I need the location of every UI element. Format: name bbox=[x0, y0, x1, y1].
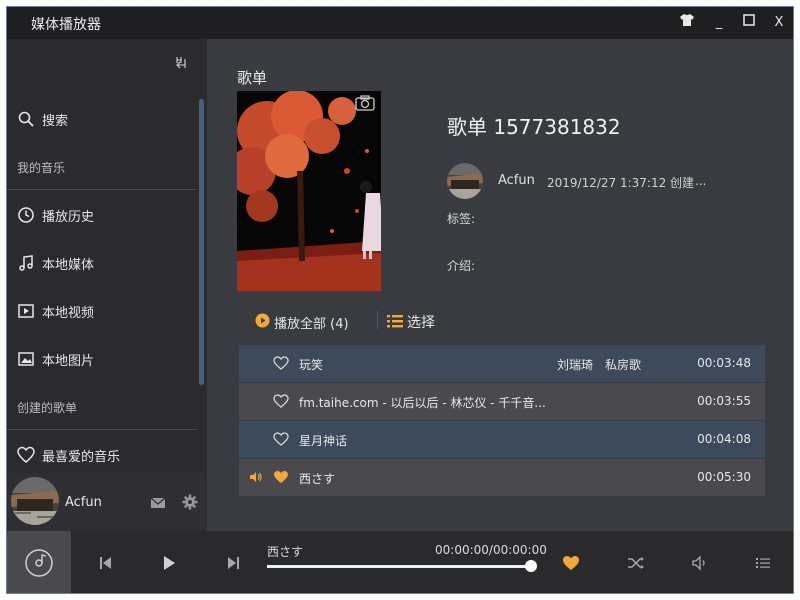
sidebar-item-local-images[interactable]: 本地图片 bbox=[7, 341, 197, 377]
table-row[interactable]: 星月神话 00:04:08 bbox=[239, 421, 765, 458]
table-row[interactable]: 玩笑 刘瑞琦 私房歌 00:03:48 bbox=[239, 345, 765, 382]
list-icon bbox=[387, 313, 403, 328]
volume-icon[interactable] bbox=[688, 551, 712, 575]
close-button[interactable]: X bbox=[769, 13, 789, 33]
media-player-window: 媒体播放器 _ X 搜索 我的音乐 播放历史 本地媒体 本地视频 本地图片 创建… bbox=[6, 6, 794, 594]
play-all-label: 播放全部 (4) bbox=[274, 317, 349, 332]
more-text[interactable]: ... bbox=[695, 174, 706, 188]
mail-icon[interactable] bbox=[150, 495, 166, 509]
sidebar-scrollbar[interactable] bbox=[199, 99, 204, 385]
minimize-button[interactable]: _ bbox=[709, 13, 729, 33]
action-divider bbox=[377, 311, 378, 329]
music-note-icon bbox=[17, 254, 35, 272]
progress-knob[interactable] bbox=[525, 560, 537, 572]
music-disc-icon bbox=[24, 548, 54, 578]
sidebar-item-label: 最喜爱的音乐 bbox=[42, 450, 121, 465]
created-date: 2019/12/27 1:37:12 创建 bbox=[547, 176, 695, 190]
heart-outline-icon[interactable] bbox=[273, 356, 289, 370]
shirt-icon[interactable] bbox=[677, 13, 697, 33]
window-title: 媒体播放器 bbox=[31, 17, 101, 33]
sidebar-item-favorites[interactable]: 最喜爱的音乐 bbox=[7, 437, 197, 473]
sidebar-item-label: 播放历史 bbox=[42, 210, 95, 225]
previous-icon[interactable] bbox=[94, 551, 118, 575]
image-icon bbox=[17, 350, 35, 368]
track-album[interactable]: 私房歌 bbox=[605, 356, 641, 373]
track-name: 玩笑 bbox=[299, 358, 324, 372]
sidebar-item-label: 本地视频 bbox=[42, 306, 95, 321]
sidebar-item-label: 本地媒体 bbox=[42, 258, 95, 273]
play-circle-icon bbox=[255, 313, 270, 328]
sidebar-item-search[interactable]: 搜索 bbox=[7, 101, 197, 137]
next-icon[interactable] bbox=[221, 551, 245, 575]
search-icon bbox=[17, 110, 35, 128]
maximize-button[interactable] bbox=[739, 13, 759, 33]
shuffle-icon[interactable] bbox=[624, 551, 648, 575]
sidebar: 搜索 我的音乐 播放历史 本地媒体 本地视频 本地图片 创建的歌单 最喜爱的音乐… bbox=[7, 39, 207, 531]
heart-filled-icon[interactable] bbox=[559, 551, 583, 575]
sidebar-item-local-media[interactable]: 本地媒体 bbox=[7, 245, 197, 281]
heart-outline-icon[interactable] bbox=[273, 394, 289, 408]
user-name[interactable]: Acfun bbox=[65, 495, 102, 510]
track-name: 星月神话 bbox=[299, 434, 348, 448]
track-artist[interactable]: 刘瑞琦 bbox=[557, 356, 593, 373]
speaker-icon bbox=[249, 471, 263, 483]
player-bar: 西さす 00:00:00/00:00:00 bbox=[7, 531, 793, 593]
user-bar: Acfun bbox=[7, 473, 207, 531]
collapse-icon[interactable] bbox=[173, 55, 189, 71]
sidebar-item-label: 本地图片 bbox=[42, 354, 95, 369]
sidebar-item-label: 搜索 bbox=[42, 114, 69, 129]
divider bbox=[7, 189, 197, 190]
track-duration: 00:03:55 bbox=[697, 394, 751, 408]
track-duration: 00:03:48 bbox=[697, 356, 751, 370]
camera-icon[interactable] bbox=[355, 95, 375, 111]
heart-outline-icon[interactable] bbox=[273, 432, 289, 446]
my-music-heading: 我的音乐 bbox=[17, 161, 66, 175]
progress-track[interactable] bbox=[267, 560, 537, 572]
time-readout: 00:00:00/00:00:00 bbox=[435, 543, 547, 557]
now-playing-title: 西さす bbox=[267, 545, 304, 559]
created-playlists-heading: 创建的歌单 bbox=[17, 401, 78, 415]
progress-fill bbox=[267, 565, 531, 568]
play-icon[interactable] bbox=[157, 551, 181, 575]
sidebar-item-local-video[interactable]: 本地视频 bbox=[7, 293, 197, 329]
playlist-view: 歌单 歌单 1577381832 Acfun 2019/12/27 1:37:1… bbox=[207, 39, 793, 531]
track-name: fm.taihe.com - 以后以后 - 林芯仪 - 千千音... bbox=[299, 396, 546, 410]
play-all-button[interactable]: 播放全部 (4) bbox=[255, 310, 363, 332]
table-row[interactable]: 西さす 00:05:30 bbox=[239, 459, 765, 496]
track-name: 西さす bbox=[299, 472, 336, 486]
heart-filled-icon[interactable] bbox=[273, 470, 289, 484]
intro-label: 介绍: bbox=[447, 259, 476, 273]
playlist-icon[interactable] bbox=[751, 551, 775, 575]
heart-icon bbox=[17, 446, 35, 464]
divider bbox=[7, 429, 197, 430]
tags-label: 标签: bbox=[447, 212, 476, 226]
history-icon bbox=[17, 206, 35, 224]
track-duration: 00:05:30 bbox=[697, 470, 751, 484]
gear-icon[interactable] bbox=[182, 494, 198, 510]
creator-name[interactable]: Acfun bbox=[498, 173, 535, 188]
sidebar-item-history[interactable]: 播放历史 bbox=[7, 197, 197, 233]
video-icon bbox=[17, 302, 35, 320]
table-row[interactable]: fm.taihe.com - 以后以后 - 林芯仪 - 千千音... 00:03… bbox=[239, 383, 765, 420]
creator-avatar[interactable] bbox=[447, 163, 483, 199]
avatar[interactable] bbox=[11, 477, 59, 525]
select-label: 选择 bbox=[407, 315, 435, 331]
playlist-cover[interactable] bbox=[237, 91, 381, 291]
playlist-title: 歌单 1577381832 bbox=[447, 115, 621, 139]
now-playing-cover[interactable] bbox=[7, 531, 71, 593]
track-duration: 00:04:08 bbox=[697, 432, 751, 446]
select-button[interactable]: 选择 bbox=[387, 310, 447, 332]
title-bar: 媒体播放器 _ X bbox=[7, 7, 793, 39]
section-title: 歌单 bbox=[237, 69, 268, 87]
